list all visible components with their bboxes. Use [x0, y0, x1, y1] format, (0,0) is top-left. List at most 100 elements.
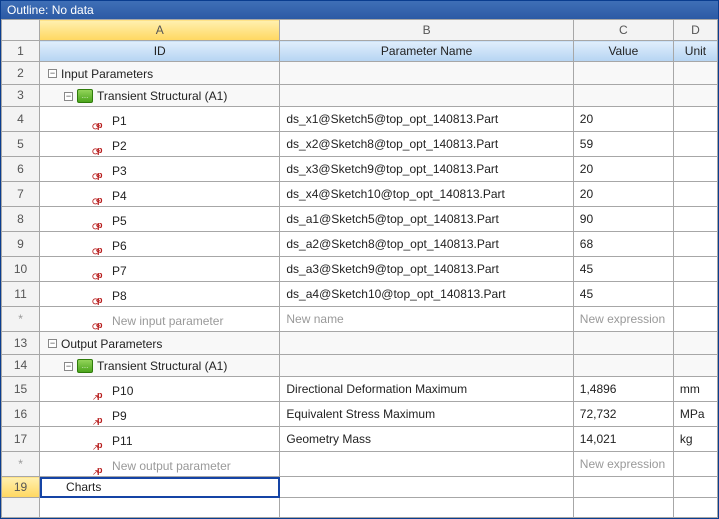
param-unit[interactable]: MPa [673, 402, 717, 427]
group-input-parameters[interactable]: 2 − Input Parameters [2, 62, 718, 85]
param-unit[interactable] [673, 232, 717, 257]
param-id: P4 [112, 189, 127, 203]
col-letter-b[interactable]: B [280, 20, 573, 41]
param-value[interactable]: 20 [573, 157, 673, 182]
param-name[interactable]: Directional Deformation Maximum [280, 377, 573, 402]
param-unit[interactable] [673, 157, 717, 182]
parameter-table[interactable]: A B C D 1 ID Parameter Name Value Unit 2… [1, 19, 718, 518]
table-row[interactable]: 7pP4ds_x4@Sketch10@top_opt_140813.Part20 [2, 182, 718, 207]
expander-input[interactable]: − [48, 69, 57, 78]
col-name-unit[interactable]: Unit [673, 41, 717, 62]
table-row[interactable]: 4pP1ds_x1@Sketch5@top_opt_140813.Part20 [2, 107, 718, 132]
rownum[interactable]: 15 [2, 377, 40, 402]
param-value[interactable]: 90 [573, 207, 673, 232]
rownum-19[interactable]: 19 [2, 477, 40, 498]
param-unit[interactable] [673, 282, 717, 307]
rownum-new-out[interactable]: * [2, 452, 40, 477]
rownum-3[interactable]: 3 [2, 84, 40, 107]
rownum[interactable]: 5 [2, 132, 40, 157]
param-value[interactable]: 59 [573, 132, 673, 157]
col-name-value[interactable]: Value [573, 41, 673, 62]
rownum-1[interactable]: 1 [2, 41, 40, 62]
panel-title: Outline: No data [1, 1, 718, 19]
new-input-id[interactable]: New input parameter [112, 314, 223, 328]
new-input-unit[interactable] [673, 307, 717, 332]
param-id: P8 [112, 289, 127, 303]
corner-cell [2, 20, 40, 41]
table-row[interactable]: 5pP2ds_x2@Sketch8@top_opt_140813.Part59 [2, 132, 718, 157]
col-letter-a[interactable]: A [40, 20, 280, 41]
col-name-param[interactable]: Parameter Name [280, 41, 573, 62]
param-name[interactable]: ds_x1@Sketch5@top_opt_140813.Part [280, 107, 573, 132]
rownum[interactable]: 7 [2, 182, 40, 207]
table-row[interactable]: 9pP6ds_a2@Sketch8@top_opt_140813.Part68 [2, 232, 718, 257]
rownum[interactable]: 17 [2, 427, 40, 452]
param-unit[interactable] [673, 257, 717, 282]
param-id: P1 [112, 114, 127, 128]
param-id: P9 [112, 409, 127, 423]
table-row[interactable]: 11pP8ds_a4@Sketch10@top_opt_140813.Part4… [2, 282, 718, 307]
param-unit[interactable] [673, 132, 717, 157]
rownum-13[interactable]: 13 [2, 332, 40, 355]
param-name[interactable]: Geometry Mass [280, 427, 573, 452]
param-unit[interactable] [673, 207, 717, 232]
col-name-id[interactable]: ID [40, 41, 280, 62]
param-value[interactable]: 1,4896 [573, 377, 673, 402]
expander-transient-out[interactable]: − [64, 362, 73, 371]
group-label-transient-out: Transient Structural (A1) [97, 359, 227, 373]
table-row[interactable]: 10pP7ds_a3@Sketch9@top_opt_140813.Part45 [2, 257, 718, 282]
param-name[interactable]: ds_a4@Sketch10@top_opt_140813.Part [280, 282, 573, 307]
param-name[interactable]: ds_x2@Sketch8@top_opt_140813.Part [280, 132, 573, 157]
table-row[interactable]: 6pP3ds_x3@Sketch9@top_opt_140813.Part20 [2, 157, 718, 182]
rownum[interactable]: 6 [2, 157, 40, 182]
new-output-name[interactable] [280, 452, 573, 477]
param-name[interactable]: ds_x4@Sketch10@top_opt_140813.Part [280, 182, 573, 207]
expander-output[interactable]: − [48, 339, 57, 348]
expander-transient-in[interactable]: − [64, 92, 73, 101]
param-value[interactable]: 20 [573, 107, 673, 132]
system-icon: … [77, 359, 93, 373]
param-unit[interactable] [673, 107, 717, 132]
param-unit[interactable]: kg [673, 427, 717, 452]
rownum-14[interactable]: 14 [2, 354, 40, 377]
col-letter-d[interactable]: D [673, 20, 717, 41]
rownum-new-in[interactable]: * [2, 307, 40, 332]
group-charts[interactable]: 19 Charts [2, 477, 718, 498]
outline-panel: Outline: No data A B C D 1 ID Parameter … [0, 0, 719, 519]
table-row[interactable]: 8pP5ds_a1@Sketch5@top_opt_140813.Part90 [2, 207, 718, 232]
param-value[interactable]: 20 [573, 182, 673, 207]
param-value[interactable]: 45 [573, 257, 673, 282]
table-row[interactable]: 17pP11Geometry Mass14,021kg [2, 427, 718, 452]
new-input-value[interactable]: New expression [573, 307, 673, 332]
group-transient-out[interactable]: 14 − … Transient Structural (A1) [2, 354, 718, 377]
param-name[interactable]: ds_a1@Sketch5@top_opt_140813.Part [280, 207, 573, 232]
param-unit[interactable] [673, 182, 717, 207]
param-name[interactable]: ds_a3@Sketch9@top_opt_140813.Part [280, 257, 573, 282]
table-row[interactable]: 15pP10Directional Deformation Maximum1,4… [2, 377, 718, 402]
new-output-id[interactable]: New output parameter [112, 459, 231, 473]
param-value[interactable]: 14,021 [573, 427, 673, 452]
param-value[interactable]: 45 [573, 282, 673, 307]
param-name[interactable]: ds_x3@Sketch9@top_opt_140813.Part [280, 157, 573, 182]
new-output-unit[interactable] [673, 452, 717, 477]
param-name[interactable]: Equivalent Stress Maximum [280, 402, 573, 427]
col-letter-c[interactable]: C [573, 20, 673, 41]
new-output-row[interactable]: * p New output parameter New expression [2, 452, 718, 477]
rownum-2[interactable]: 2 [2, 62, 40, 85]
rownum[interactable]: 8 [2, 207, 40, 232]
rownum[interactable]: 16 [2, 402, 40, 427]
param-value[interactable]: 72,732 [573, 402, 673, 427]
rownum[interactable]: 4 [2, 107, 40, 132]
new-input-name[interactable]: New name [280, 307, 573, 332]
param-name[interactable]: ds_a2@Sketch8@top_opt_140813.Part [280, 232, 573, 257]
rownum[interactable]: 11 [2, 282, 40, 307]
new-input-row[interactable]: * p New input parameter New name New exp… [2, 307, 718, 332]
group-output-parameters[interactable]: 13 − Output Parameters [2, 332, 718, 355]
table-row[interactable]: 16pP9Equivalent Stress Maximum72,732MPa [2, 402, 718, 427]
rownum[interactable]: 9 [2, 232, 40, 257]
rownum[interactable]: 10 [2, 257, 40, 282]
group-transient-in[interactable]: 3 − … Transient Structural (A1) [2, 84, 718, 107]
new-output-value[interactable]: New expression [573, 452, 673, 477]
param-unit[interactable]: mm [673, 377, 717, 402]
param-value[interactable]: 68 [573, 232, 673, 257]
